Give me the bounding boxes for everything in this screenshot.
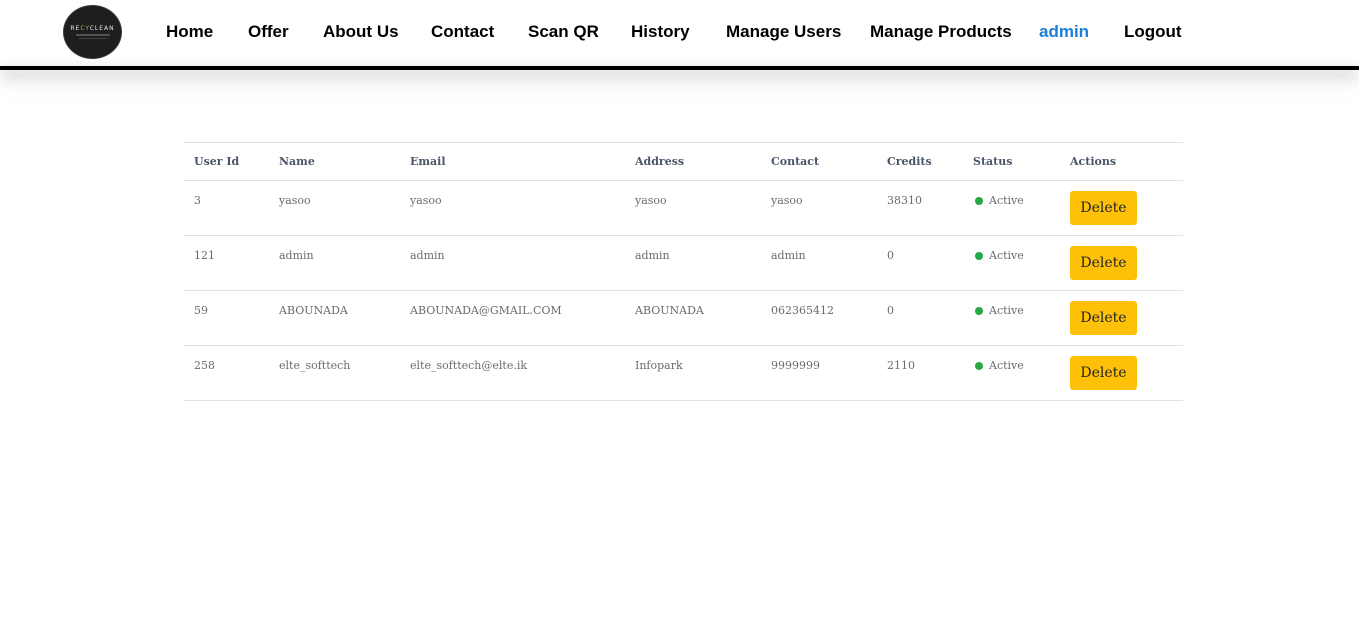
header-actions: Actions (1060, 142, 1183, 181)
header-status: Status (963, 142, 1060, 181)
header-email: Email (400, 142, 625, 181)
table-row: 121 admin admin admin admin 0 Active Del… (184, 235, 1183, 291)
logo-tagline-line (75, 34, 110, 36)
cell-status: Active (963, 180, 1060, 236)
nav-offer[interactable]: Offer (248, 22, 289, 42)
cell-actions: Delete (1060, 235, 1183, 291)
cell-user-id: 3 (184, 180, 269, 236)
status-dot-icon (975, 306, 983, 315)
delete-button[interactable]: Delete (1070, 246, 1137, 280)
cell-status: Active (963, 290, 1060, 346)
top-navbar: RECYCLEAN Home Offer About Us Contact Sc… (0, 0, 1359, 66)
cell-credits: 2110 (877, 345, 963, 401)
delete-button[interactable]: Delete (1070, 301, 1137, 335)
cell-address: Infopark (625, 345, 761, 401)
cell-status: Active (963, 235, 1060, 291)
status-label: Active (989, 304, 1024, 317)
cell-credits: 38310 (877, 180, 963, 236)
header-contact: Contact (761, 142, 877, 181)
delete-button[interactable]: Delete (1070, 191, 1137, 225)
status-label: Active (989, 249, 1024, 262)
status-badge: Active (973, 194, 1060, 207)
cell-contact: admin (761, 235, 877, 291)
cell-actions: Delete (1060, 180, 1183, 236)
cell-email: ABOUNADA@GMAIL.COM (400, 290, 625, 346)
nav-history[interactable]: History (631, 22, 690, 42)
status-badge: Active (973, 249, 1060, 262)
status-label: Active (989, 194, 1024, 207)
table-row: 3 yasoo yasoo yasoo yasoo 38310 Active D… (184, 180, 1183, 236)
nav-manage-products[interactable]: Manage Products (870, 22, 1012, 42)
cell-name: elte_softtech (269, 345, 400, 401)
cell-user-id: 121 (184, 235, 269, 291)
recyclean-logo[interactable]: RECYCLEAN (63, 5, 122, 59)
cell-address: admin (625, 235, 761, 291)
cell-email: admin (400, 235, 625, 291)
status-dot-icon (975, 196, 983, 205)
table-row: 59 ABOUNADA ABOUNADA@GMAIL.COM ABOUNADA … (184, 290, 1183, 346)
table-row: 258 elte_softtech elte_softtech@elte.ik … (184, 345, 1183, 401)
status-dot-icon (975, 361, 983, 370)
nav-scan-qr[interactable]: Scan QR (528, 22, 599, 42)
nav-about-us[interactable]: About Us (323, 22, 399, 42)
cell-name: ABOUNADA (269, 290, 400, 346)
logo-tagline-line (78, 38, 107, 39)
header-name: Name (269, 142, 400, 181)
cell-address: ABOUNADA (625, 290, 761, 346)
header-credits: Credits (877, 142, 963, 181)
cell-user-id: 258 (184, 345, 269, 401)
status-badge: Active (973, 304, 1060, 317)
cell-email: elte_softtech@elte.ik (400, 345, 625, 401)
cell-status: Active (963, 345, 1060, 401)
cell-email: yasoo (400, 180, 625, 236)
cell-credits: 0 (877, 235, 963, 291)
table-header-row: User Id Name Email Address Contact Credi… (184, 142, 1183, 181)
users-table: User Id Name Email Address Contact Credi… (184, 142, 1183, 401)
cell-address: yasoo (625, 180, 761, 236)
cell-actions: Delete (1060, 345, 1183, 401)
cell-actions: Delete (1060, 290, 1183, 346)
cell-contact: 062365412 (761, 290, 877, 346)
cell-name: yasoo (269, 180, 400, 236)
nav-manage-users[interactable]: Manage Users (726, 22, 841, 42)
status-badge: Active (973, 359, 1060, 372)
status-label: Active (989, 359, 1024, 372)
cell-contact: yasoo (761, 180, 877, 236)
header-address: Address (625, 142, 761, 181)
nav-logout[interactable]: Logout (1124, 22, 1182, 42)
nav-current-user[interactable]: admin (1039, 22, 1089, 42)
cell-name: admin (269, 235, 400, 291)
status-dot-icon (975, 251, 983, 260)
cell-contact: 9999999 (761, 345, 877, 401)
logo-text: RECYCLEAN (70, 25, 115, 32)
cell-credits: 0 (877, 290, 963, 346)
navbar-bottom-border (0, 66, 1359, 70)
header-user-id: User Id (184, 142, 269, 181)
delete-button[interactable]: Delete (1070, 356, 1137, 390)
nav-contact[interactable]: Contact (431, 22, 494, 42)
cell-user-id: 59 (184, 290, 269, 346)
nav-home[interactable]: Home (166, 22, 213, 42)
